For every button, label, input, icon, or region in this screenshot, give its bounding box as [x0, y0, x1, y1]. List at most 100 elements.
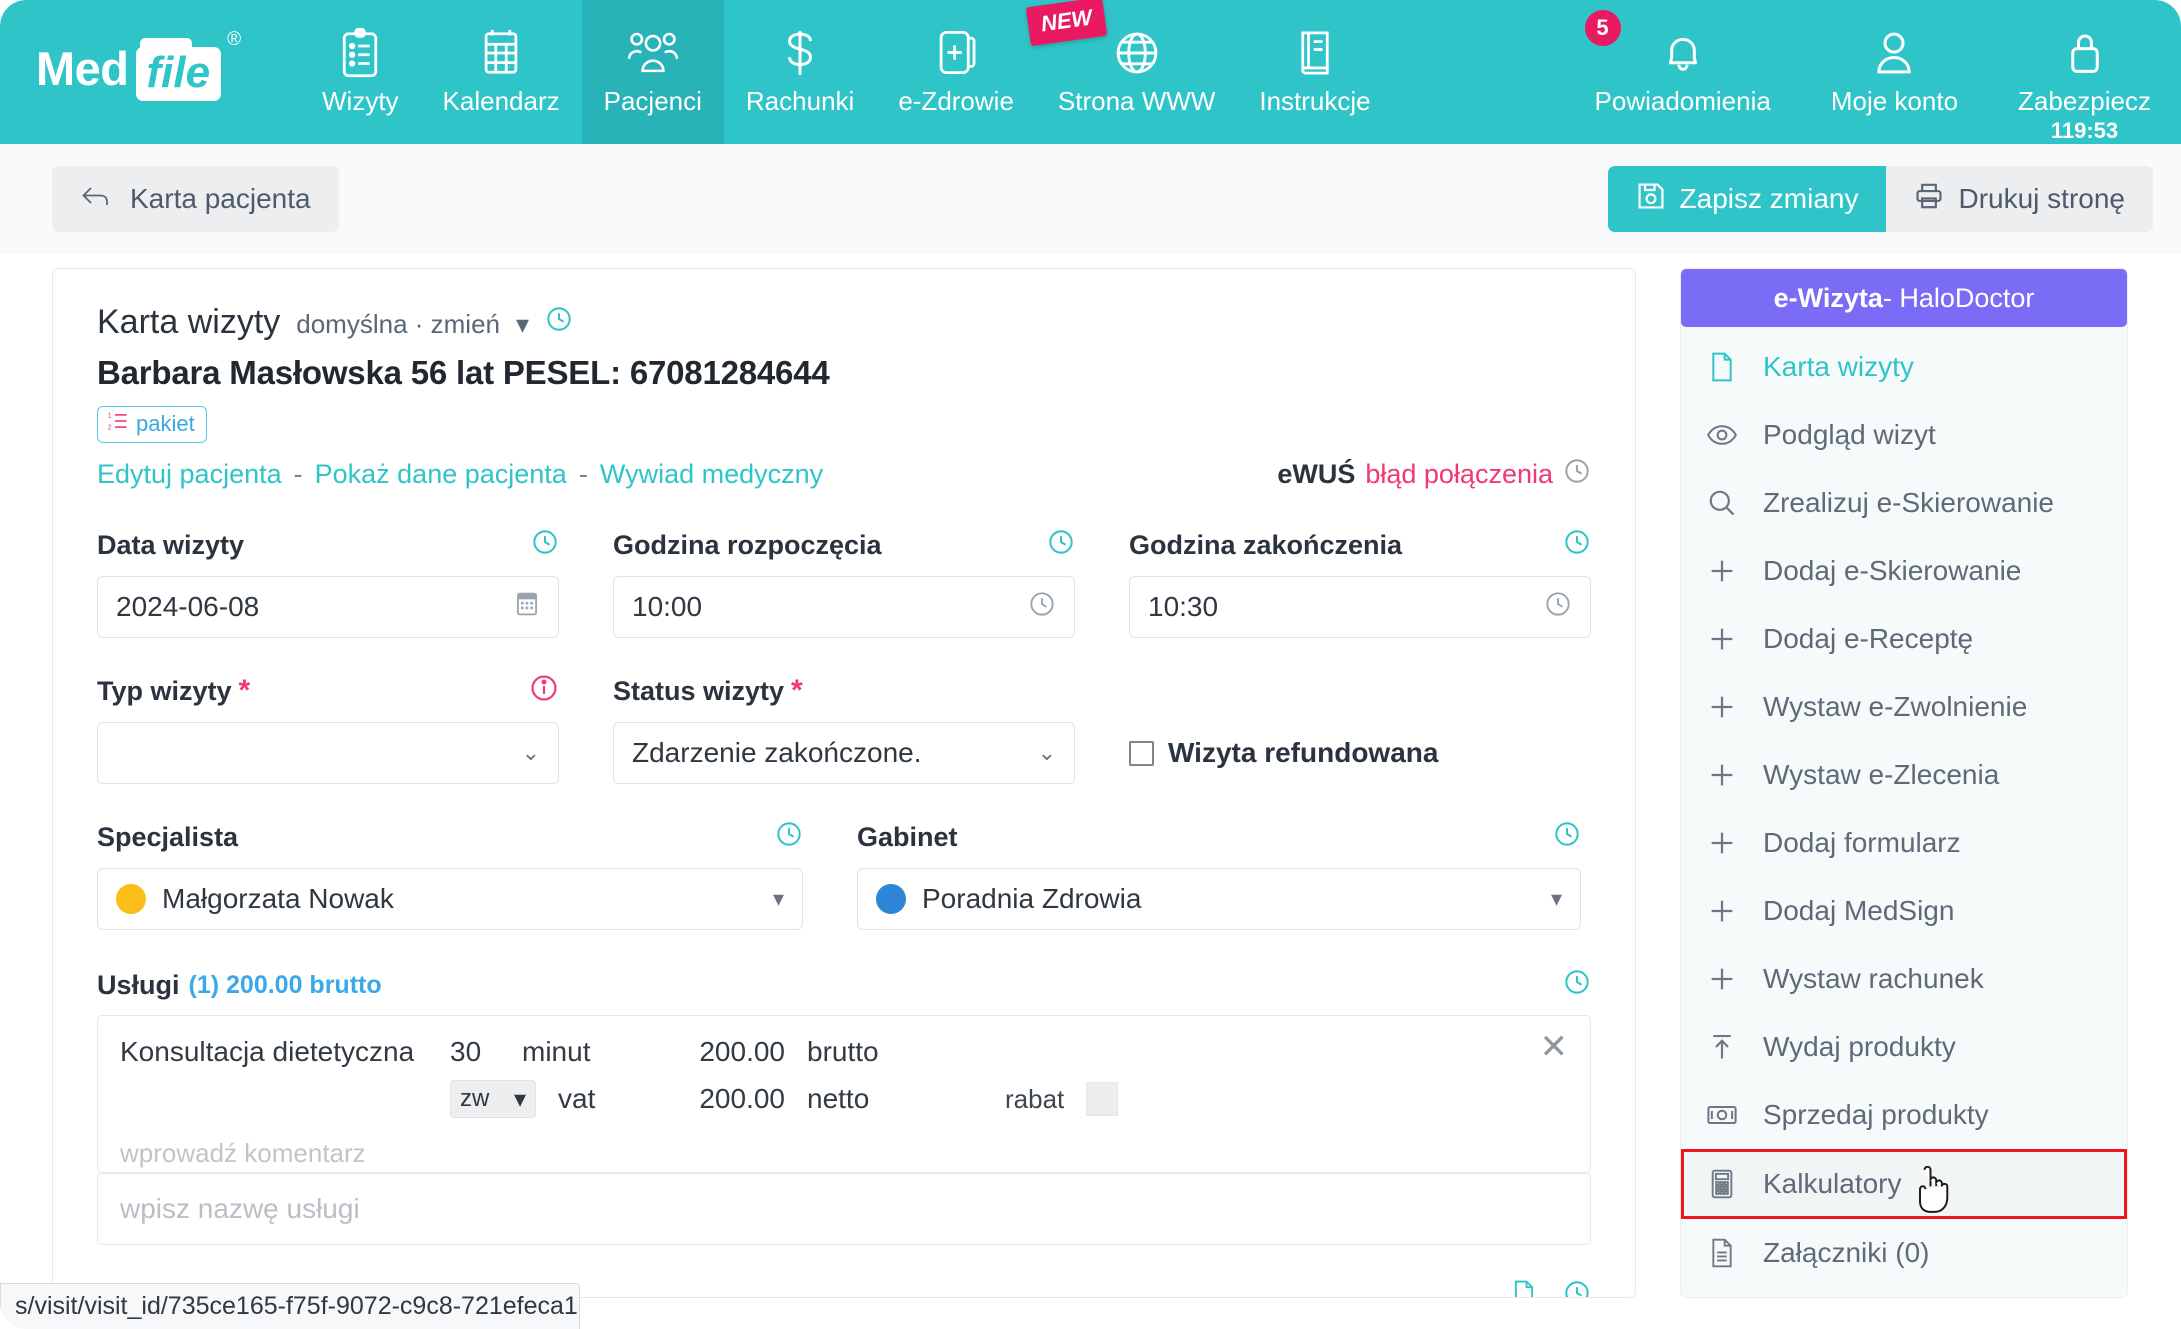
- vat-select[interactable]: zw ▾: [450, 1080, 536, 1118]
- template-selector[interactable]: domyślna · zmień: [296, 309, 500, 340]
- room-select[interactable]: Poradnia Zdrowia ▾: [857, 868, 1581, 930]
- notification-badge: 5: [1582, 8, 1623, 48]
- sidebar-item-label: Dodaj MedSign: [1763, 895, 1955, 926]
- nav-item-pacjenci[interactable]: Pacjenci: [581, 0, 724, 144]
- sidebar-item-zalaczniki[interactable]: Załączniki (0): [1681, 1219, 2127, 1287]
- medical-history-link[interactable]: Wywiad medyczny: [600, 459, 823, 490]
- nav-item-zabezpiecz[interactable]: Zabezpiecz 119:53: [1988, 0, 2181, 144]
- add-service-input[interactable]: wpisz nazwę usługi: [97, 1173, 1591, 1245]
- start-time-input[interactable]: 10:00: [613, 576, 1075, 638]
- visit-type-select[interactable]: ⌄: [97, 722, 559, 784]
- sidebar-item-dodaj-formularz[interactable]: Dodaj formularz: [1681, 809, 2127, 877]
- start-time-history-icon[interactable]: [1047, 528, 1075, 563]
- refunded-label: Wizyta refundowana: [1168, 737, 1439, 768]
- plus-icon: [1705, 761, 1739, 789]
- sub-toolbar: Karta pacjenta Zapisz zmiany Drukuj stro…: [0, 144, 2181, 254]
- edit-patient-link[interactable]: Edytuj pacjenta: [97, 459, 282, 490]
- sidebar-item-wystaw-e-zlecenia[interactable]: Wystaw e-Zlecenia: [1681, 741, 2127, 809]
- sidebar-item-sprzedaj-produkty[interactable]: Sprzedaj produkty: [1681, 1081, 2127, 1149]
- nav-item-wizyty[interactable]: Wizyty: [300, 0, 421, 144]
- nav-item-label: Instrukcje: [1259, 86, 1371, 116]
- specialist-label-row: Specjalista: [97, 820, 803, 854]
- service-comment-input[interactable]: wprowadź komentarz: [120, 1138, 1568, 1169]
- lock-icon: [2064, 22, 2106, 84]
- nav-item-kalendarz[interactable]: Kalendarz: [421, 0, 582, 144]
- service-gross-price[interactable]: 200.00: [690, 1036, 785, 1068]
- calendar-picker-icon[interactable]: [514, 591, 540, 624]
- calendar-icon: [480, 22, 522, 84]
- start-time-label-row: Godzina rozpoczęcia: [613, 528, 1075, 562]
- history-clock-icon[interactable]: [545, 305, 573, 338]
- end-time-history-icon[interactable]: [1563, 528, 1591, 563]
- sidebar-item-label: Dodaj e-Skierowanie: [1763, 555, 2022, 586]
- specialist-color-dot: [116, 884, 146, 914]
- room-history-icon[interactable]: [1553, 820, 1581, 855]
- sidebar-item-podglad-wizyt[interactable]: Podgląd wizyt: [1681, 401, 2127, 469]
- services-history-icon[interactable]: [1563, 968, 1591, 1003]
- specialist-select[interactable]: Małgorzata Nowak ▾: [97, 868, 803, 930]
- chevron-down-icon[interactable]: ▾: [516, 309, 529, 340]
- sidebar-item-wystaw-rachunek[interactable]: Wystaw rachunek: [1681, 945, 2127, 1013]
- service-line-gross: Konsultacja dietetyczna 30 minut 200.00 …: [120, 1036, 1568, 1068]
- sidebar-item-wydaj-produkty[interactable]: Wydaj produkty: [1681, 1013, 2127, 1081]
- visit-date-history-icon[interactable]: [531, 528, 559, 563]
- show-patient-data-link[interactable]: Pokaż dane pacjenta: [315, 459, 567, 490]
- service-name[interactable]: Konsultacja dietetyczna: [120, 1036, 450, 1068]
- service-net-price[interactable]: 200.00: [690, 1083, 785, 1115]
- sidebar-item-kalkulatory[interactable]: Kalkulatory: [1681, 1149, 2127, 1219]
- save-changes-button[interactable]: Zapisz zmiany: [1607, 166, 1887, 232]
- sidebar-item-dodaj-e-recepte[interactable]: Dodaj e-Receptę: [1681, 605, 2127, 673]
- logo-text-med: Med: [36, 41, 129, 95]
- sidebar-item-label: Sprzedaj produkty: [1763, 1099, 1989, 1130]
- specialist-group: Specjalista Małgorzata Nowak ▾: [97, 820, 803, 930]
- nav-item-label: Rachunki: [745, 86, 855, 116]
- refunded-label-spacer: [1129, 674, 1591, 708]
- clock-picker-icon[interactable]: [1028, 590, 1056, 625]
- sidebar-item-wystaw-e-zwolnienie[interactable]: Wystaw e-Zwolnienie: [1681, 673, 2127, 741]
- package-badge[interactable]: 1 2 pakiet: [97, 406, 207, 443]
- sidebar-item-dodaj-medsign[interactable]: Dodaj MedSign: [1681, 877, 2127, 945]
- document-lines-icon: [1705, 1237, 1739, 1269]
- specialist-history-icon[interactable]: [775, 820, 803, 855]
- sidebar-item-zrealizuj-e-skierowanie[interactable]: Zrealizuj e-Skierowanie: [1681, 469, 2127, 537]
- ewus-history-clock-icon[interactable]: [1563, 457, 1591, 492]
- visit-title-history-icon[interactable]: [1563, 1279, 1591, 1297]
- e-visit-header-light: - HaloDoctor: [1882, 282, 2035, 313]
- medfile-logo[interactable]: Med file ®: [36, 29, 241, 101]
- info-icon[interactable]: [529, 673, 559, 710]
- visit-status-label-row: Status wizyty *: [613, 674, 1075, 708]
- service-duration[interactable]: 30: [450, 1036, 522, 1068]
- e-visit-header[interactable]: e-Wizyta - HaloDoctor: [1681, 269, 2127, 327]
- template-document-icon[interactable]: [1511, 1279, 1537, 1297]
- visit-date-input[interactable]: 2024-06-08: [97, 576, 559, 638]
- user-icon: [1872, 22, 1916, 84]
- remove-service-icon[interactable]: ✕: [1540, 1030, 1569, 1064]
- sidebar-item-dodaj-e-skierowanie[interactable]: Dodaj e-Skierowanie: [1681, 537, 2127, 605]
- arrow-up-bar-icon: [1705, 1032, 1739, 1062]
- refunded-checkbox[interactable]: [1129, 740, 1154, 766]
- nav-item-powiadomienia[interactable]: 5 Powiadomienia: [1565, 0, 1801, 144]
- nav-item-strona-www[interactable]: NEW Strona WWW: [1025, 0, 1237, 144]
- datetime-row: Data wizyty 2024-06-08 Godzina rozpoczęc…: [97, 528, 1591, 638]
- clipboard-icon: [339, 22, 381, 84]
- nav-item-ezdrowie[interactable]: e-Zdrowie: [876, 0, 1036, 144]
- clock-picker-icon[interactable]: [1544, 590, 1572, 625]
- end-time-input[interactable]: 10:30: [1129, 576, 1591, 638]
- sidebar-item-karta-wizyty[interactable]: Karta wizyty: [1681, 333, 2127, 401]
- visit-status-select[interactable]: Zdarzenie zakończone. ⌄: [613, 722, 1075, 784]
- nav-item-label: Pacjenci: [603, 86, 702, 116]
- plus-icon: [1705, 897, 1739, 925]
- sidebar-item-label: Dodaj formularz: [1763, 827, 1961, 858]
- logo-area[interactable]: Med file ®: [0, 0, 300, 144]
- nav-item-instrukcje[interactable]: Instrukcje: [1237, 0, 1392, 144]
- vat-group: zw ▾ vat: [450, 1080, 690, 1118]
- discount-input[interactable]: [1086, 1082, 1119, 1116]
- list-ordered-icon: 1 2: [107, 410, 129, 438]
- nav-item-moje-konto[interactable]: Moje konto: [1801, 0, 1988, 144]
- visit-type-label: Typ wizyty: [97, 675, 232, 706]
- back-to-patient-card-button[interactable]: Karta pacjenta: [52, 166, 339, 232]
- refunded-checkbox-row[interactable]: Wizyta refundowana: [1129, 722, 1591, 784]
- discount-label: rabat: [1005, 1083, 1065, 1114]
- print-page-button[interactable]: Drukuj stronę: [1886, 166, 2153, 232]
- nav-item-rachunki[interactable]: Rachunki: [724, 0, 876, 144]
